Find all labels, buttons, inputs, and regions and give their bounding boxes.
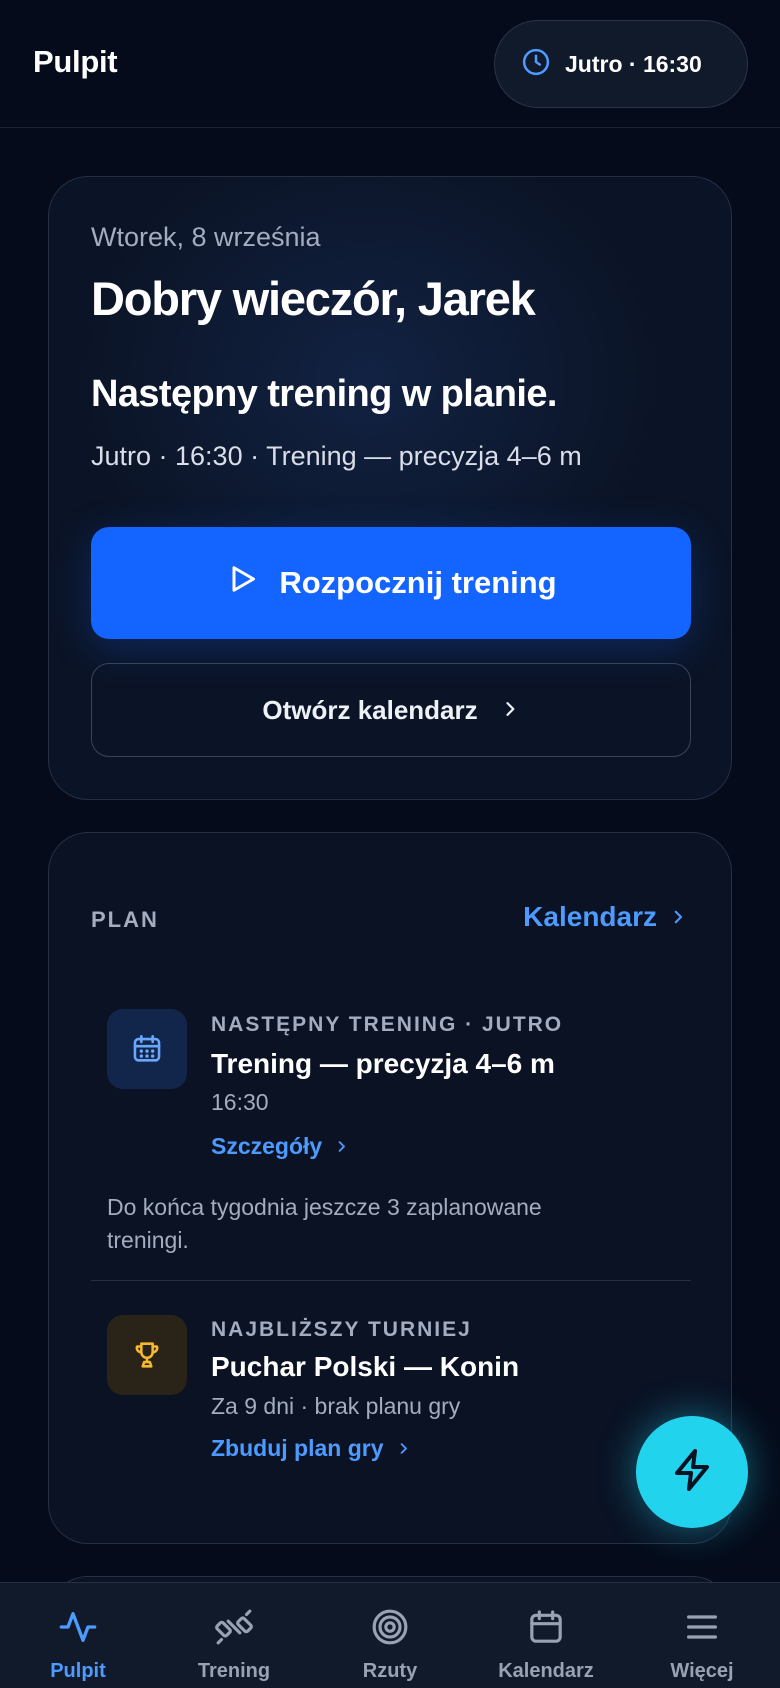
plan-card: PLAN Kalendarz NASTĘPNY TRENING · JUTRO … <box>48 832 732 1544</box>
menu-icon <box>682 1607 722 1652</box>
calendar-link[interactable]: Kalendarz <box>523 901 687 933</box>
lightning-icon <box>668 1446 716 1499</box>
tab-kalendarz[interactable]: Kalendarz <box>468 1583 624 1688</box>
start-training-label: Rozpocznij trening <box>279 565 557 600</box>
tab-label: Pulpit <box>50 1660 106 1682</box>
trophy-icon <box>107 1315 187 1395</box>
next-session-pill[interactable]: Jutro · 16:30 <box>494 20 748 108</box>
current-date: Wtorek, 8 września <box>91 222 321 252</box>
calendar-icon <box>107 1009 187 1089</box>
tournament-title: Puchar Polski — Konin <box>211 1351 520 1382</box>
bottom-tab-bar: Pulpit Trening Rzuty Kalendarz Więcej <box>0 1582 780 1688</box>
tournament-kicker: NAJBLIŻSZY TURNIEJ <box>211 1318 472 1341</box>
tab-label: Rzuty <box>362 1660 418 1682</box>
tab-label: Kalendarz <box>498 1660 594 1682</box>
target-icon <box>370 1607 410 1652</box>
dumbbell-icon <box>214 1607 254 1652</box>
play-icon <box>225 561 261 605</box>
hero-card: Wtorek, 8 września Dobry wieczór, Jarek … <box>48 176 732 800</box>
app-root: Pulpit Jutro · 16:30 Wtorek, 8 września … <box>0 0 780 1688</box>
tab-trening[interactable]: Trening <box>156 1583 312 1688</box>
next-training-headline: Następny trening w planie. <box>91 373 557 415</box>
next-training-title: Trening — precyzja 4–6 m <box>211 1048 555 1079</box>
tab-wiecej[interactable]: Więcej <box>624 1583 780 1688</box>
activity-icon <box>58 1607 98 1652</box>
start-training-button[interactable]: Rozpocznij trening <box>91 527 691 639</box>
greeting: Dobry wieczór, Jarek <box>91 272 536 325</box>
next-session-label: Jutro · 16:30 <box>565 50 702 77</box>
next-training-kicker: NASTĘPNY TRENING · JUTRO <box>211 1013 564 1036</box>
tournament-subtitle: Za 9 dni · brak planu gry <box>211 1393 461 1419</box>
training-details-link[interactable]: Szczegóły <box>211 1133 349 1160</box>
tab-rzuty[interactable]: Rzuty <box>312 1583 468 1688</box>
next-training-meta: Jutro · 16:30 · Trening — precyzja 4–6 m <box>91 441 582 471</box>
calendar-icon <box>526 1607 566 1652</box>
tab-label: Więcej <box>670 1660 734 1682</box>
plan-section-label: PLAN <box>91 907 159 932</box>
top-bar: Pulpit Jutro · 16:30 <box>0 0 780 128</box>
calendar-link-label: Kalendarz <box>523 901 657 932</box>
build-game-plan-link[interactable]: Zbuduj plan gry <box>211 1435 411 1462</box>
chevron-right-icon <box>396 1435 411 1462</box>
tab-pulpit[interactable]: Pulpit <box>0 1583 156 1688</box>
open-calendar-button[interactable]: Otwórz kalendarz <box>91 663 691 757</box>
chevron-right-icon <box>334 1133 349 1160</box>
page-title: Pulpit <box>33 44 118 79</box>
open-calendar-label: Otwórz kalendarz <box>262 694 478 725</box>
tab-label: Trening <box>197 1660 271 1682</box>
divider <box>91 1280 691 1281</box>
week-remaining-note: Do końca tygodnia jeszcze 3 zaplanowane … <box>107 1194 542 1253</box>
chevron-right-icon <box>500 695 520 726</box>
next-training-time: 16:30 <box>211 1089 269 1115</box>
quick-action-button[interactable] <box>636 1416 748 1528</box>
training-details-label: Szczegóły <box>211 1133 323 1159</box>
clock-icon <box>521 47 551 82</box>
chevron-right-icon <box>669 901 687 933</box>
build-game-plan-label: Zbuduj plan gry <box>211 1435 384 1461</box>
